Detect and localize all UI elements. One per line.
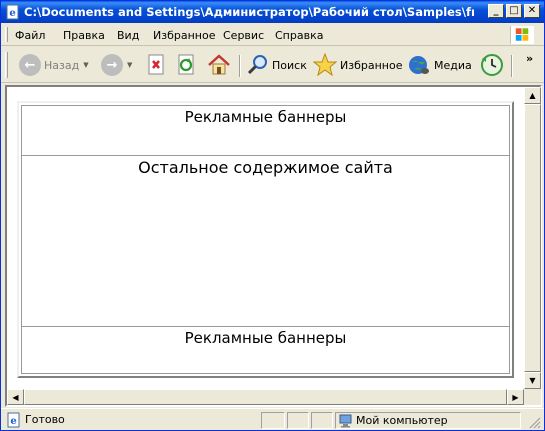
refresh-icon — [178, 54, 194, 75]
bottom-banner-text: Рекламные баннеры — [184, 329, 347, 347]
frameset: Рекламные баннеры Остальное содержимое с… — [17, 101, 514, 378]
svg-text:e: e — [10, 416, 16, 427]
window-title: C:\Documents and Settings\Администратор\… — [24, 5, 474, 19]
horizontal-scroll-thumb[interactable] — [24, 389, 507, 405]
menu-view[interactable]: Вид — [117, 29, 139, 42]
vertical-scroll-thumb[interactable] — [524, 104, 541, 372]
security-zone-panel: Мой компьютер — [335, 412, 521, 429]
media-label: Медиа — [434, 58, 472, 72]
frame-divider-bottom[interactable] — [22, 326, 509, 327]
stop-button[interactable] — [147, 53, 167, 77]
home-icon — [208, 54, 230, 75]
history-button[interactable] — [479, 53, 505, 77]
home-button[interactable] — [207, 53, 231, 77]
standard-toolbar: ← Назад ▼ → ▼ Поиск Избранное Медиа » — [1, 47, 544, 83]
forward-button[interactable]: → ▼ — [101, 53, 132, 77]
zone-text: Мой компьютер — [356, 414, 448, 427]
status-panel — [311, 412, 333, 429]
stop-icon — [148, 54, 164, 75]
back-arrow-icon: ← — [19, 54, 41, 76]
main-content-text: Остальное содержимое сайта — [138, 158, 393, 177]
forward-arrow-icon: → — [101, 54, 123, 76]
media-button[interactable]: Медиа — [407, 53, 472, 77]
vertical-scrollbar[interactable]: ▲ ▼ — [524, 87, 541, 389]
scroll-down-icon[interactable]: ▼ — [524, 372, 541, 389]
page-viewport: Рекламные баннеры Остальное содержимое с… — [5, 85, 542, 407]
star-icon — [313, 53, 337, 77]
windows-logo-icon — [510, 26, 534, 44]
scrollbar-corner — [524, 389, 541, 405]
menu-help[interactable]: Справка — [275, 29, 323, 42]
page-done-icon: e — [7, 412, 20, 428]
status-panel — [287, 412, 309, 429]
scroll-up-icon[interactable]: ▲ — [524, 87, 541, 104]
minimize-button[interactable]: _ — [488, 4, 504, 18]
scroll-right-icon[interactable]: ▶ — [507, 389, 524, 405]
favorites-label: Избранное — [340, 58, 403, 72]
browser-window: e C:\Documents and Settings\Администрато… — [0, 0, 545, 431]
back-dropdown-icon[interactable]: ▼ — [83, 61, 88, 69]
status-panel — [261, 412, 285, 429]
menu-file[interactable]: Файл — [15, 29, 45, 42]
refresh-button[interactable] — [177, 53, 197, 77]
menu-edit[interactable]: Правка — [63, 29, 105, 42]
menu-grip[interactable] — [5, 27, 8, 42]
toolbar-separator — [239, 55, 241, 77]
toolbar-grip[interactable] — [5, 52, 8, 78]
menu-tools[interactable]: Сервис — [223, 29, 264, 42]
svg-text:e: e — [9, 8, 15, 19]
search-label: Поиск — [272, 58, 307, 72]
toolbar-separator-2 — [511, 55, 513, 77]
search-button[interactable]: Поиск — [247, 53, 307, 77]
history-clock-icon — [481, 54, 503, 76]
status-text: Готово — [25, 413, 65, 426]
menu-bar: Файл Правка Вид Избранное Сервис Справка — [1, 24, 544, 46]
close-button[interactable]: ✕ — [524, 4, 540, 18]
media-globe-icon — [409, 56, 429, 74]
search-icon — [247, 55, 267, 75]
resize-grip-icon[interactable] — [527, 415, 541, 429]
my-computer-icon — [339, 414, 352, 428]
scroll-left-icon[interactable]: ◀ — [7, 389, 24, 405]
menu-favorites[interactable]: Избранное — [153, 29, 215, 42]
forward-dropdown-icon[interactable]: ▼ — [127, 61, 132, 69]
horizontal-scrollbar[interactable]: ◀ ▶ — [7, 389, 524, 405]
ie-page-icon: e — [6, 4, 19, 20]
maximize-button[interactable]: □ — [506, 4, 522, 18]
top-banner-text: Рекламные баннеры — [184, 108, 347, 126]
frame-divider-top[interactable] — [22, 155, 509, 156]
back-label: Назад — [44, 58, 80, 72]
back-button[interactable]: ← Назад ▼ — [19, 53, 89, 77]
title-bar[interactable]: e C:\Documents and Settings\Администрато… — [1, 1, 544, 23]
favorites-button[interactable]: Избранное — [313, 53, 402, 77]
toolbar-more-chevron[interactable]: » — [526, 52, 533, 65]
status-bar: e Готово Мой компьютер — [1, 408, 544, 430]
frameset-inner: Рекламные баннеры Остальное содержимое с… — [21, 105, 510, 374]
